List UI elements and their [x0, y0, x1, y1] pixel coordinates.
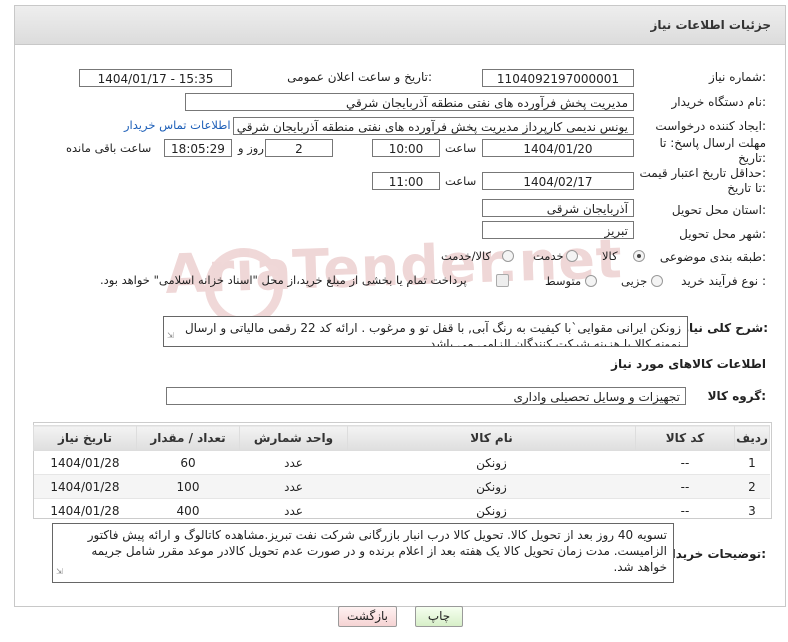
cell-quantity: 100 [136, 474, 240, 499]
days-label: روز و [238, 141, 264, 155]
category-option-service: خدمت [533, 249, 564, 263]
col-item-name: نام کالا [347, 425, 636, 451]
back-button[interactable]: بازگشت [338, 606, 397, 627]
delivery-city-label: شهر محل تحویل: [679, 227, 766, 241]
delivery-province-field[interactable]: آذربایجان شرقی [482, 199, 634, 217]
reply-time-field[interactable]: 10:00 [372, 139, 440, 157]
description-text: زونکن ایرانی مقوایی`با کیفیت به رنگ آبی,… [184, 321, 681, 347]
goods-group-field[interactable]: تجهیزات و وسایل تحصیلی واداری [166, 387, 686, 405]
reply-date-field[interactable]: 1404/01/20 [482, 139, 634, 157]
delivery-city-field[interactable]: تبریز [482, 221, 634, 239]
cell-unit: عدد [239, 498, 348, 522]
items-section-title: اطلاعات کالاهای مورد نیاز [611, 357, 766, 371]
category-radio-goods-service[interactable] [502, 250, 514, 262]
table-row: 2 -- زونکن عدد 100 1404/01/28 [33, 474, 770, 499]
price-validity-label-2: تا تاریخ: [727, 181, 766, 195]
category-radio-goods[interactable] [633, 250, 645, 262]
reply-deadline-label-2: تاریخ: [738, 151, 766, 165]
resize-grip-icon[interactable]: ⇲ [56, 564, 63, 580]
category-option-goods: کالا [602, 249, 618, 263]
requester-field[interactable]: یونس ندیمی کارپرداز مدیریت پخش فرآورده ه… [233, 117, 634, 135]
buyer-contact-link[interactable]: اطلاعات تماس خریدار [124, 118, 231, 132]
buyer-org-label: نام دستگاه خریدار: [671, 95, 767, 109]
treasury-payment-checkbox[interactable] [496, 274, 509, 287]
items-table-header: ردیف کد کالا نام کالا واحد شمارش تعداد /… [33, 425, 770, 451]
goods-group-label: گروه کالا: [707, 389, 766, 403]
reply-time-label: ساعت [445, 141, 477, 155]
requester-label: ایجاد کننده درخواست: [655, 119, 766, 133]
buyer-notes-textarea[interactable]: تسویه 40 روز بعد از تحویل کالا. تحویل کا… [52, 523, 674, 583]
remaining-time-field[interactable]: 18:05:29 [164, 139, 232, 157]
price-validity-time-field[interactable]: 11:00 [372, 172, 440, 190]
price-validity-date-field[interactable]: 1404/02/17 [482, 172, 634, 190]
treasury-payment-note: پرداخت تمام یا بخشی از مبلغ خرید،از محل … [100, 273, 467, 287]
col-row-number: ردیف [734, 425, 770, 451]
resize-grip-icon[interactable]: ⇲ [167, 328, 174, 344]
price-validity-time-label: ساعت [445, 174, 477, 188]
reply-deadline-label-1: مهلت ارسال پاسخ: تا [659, 136, 766, 150]
cell-item-code: -- [635, 450, 735, 475]
buyer-notes-text: تسویه 40 روز بعد از تحویل کالا. تحویل کا… [87, 528, 667, 574]
purchase-type-radio-medium[interactable] [585, 275, 597, 287]
cell-need-date: 1404/01/28 [33, 450, 137, 475]
cell-unit: عدد [239, 474, 348, 499]
announce-label: تاریخ و ساعت اعلان عمومی: [287, 70, 432, 84]
cell-row-number: 3 [734, 498, 770, 522]
cell-row-number: 2 [734, 474, 770, 499]
print-button[interactable]: چاپ [415, 606, 463, 627]
need-number-field[interactable]: 1104092197000001 [482, 69, 634, 87]
buyer-notes-label: توضیحات خریدار: [664, 547, 766, 561]
price-validity-label-1: حداقل تاریخ اعتبار قیمت: [639, 166, 766, 180]
cell-row-number: 1 [734, 450, 770, 475]
col-unit: واحد شمارش [239, 425, 348, 451]
purchase-type-option-medium: متوسط [545, 274, 582, 288]
category-label: طبقه بندی موضوعی: [659, 250, 766, 264]
table-row: 3 -- زونکن عدد 400 1404/01/28 [33, 498, 770, 522]
buyer-org-field[interactable]: مدیریت پخش فرآورده های نفتی منطقه آذربای… [185, 93, 634, 111]
need-number-label: شماره نیاز: [708, 70, 766, 84]
cell-quantity: 400 [136, 498, 240, 522]
purchase-type-radio-minor[interactable] [651, 275, 663, 287]
cell-quantity: 60 [136, 450, 240, 475]
cell-unit: عدد [239, 450, 348, 475]
category-option-goods-service: کالا/خدمت [441, 249, 492, 263]
purchase-type-label: نوع فرآیند خرید : [681, 274, 766, 288]
cell-item-name: زونکن [347, 498, 636, 522]
announce-datetime-field[interactable]: 1404/01/17 - 15:35 [79, 69, 232, 87]
description-textarea[interactable]: زونکن ایرانی مقوایی`با کیفیت به رنگ آبی,… [163, 316, 688, 347]
cell-item-name: زونکن [347, 474, 636, 499]
col-item-code: کد کالا [635, 425, 735, 451]
delivery-province-label: استان محل تحویل: [671, 203, 766, 217]
panel-title: جزئیات اطلاعات نیاز [650, 18, 771, 32]
cell-item-name: زونکن [347, 450, 636, 475]
col-quantity: تعداد / مقدار [136, 425, 240, 451]
purchase-type-option-minor: جزیی [621, 274, 648, 288]
cell-need-date: 1404/01/28 [33, 474, 137, 499]
panel-header: جزئیات اطلاعات نیاز [15, 6, 785, 45]
items-table: ردیف کد کالا نام کالا واحد شمارش تعداد /… [33, 425, 770, 522]
cell-item-code: -- [635, 474, 735, 499]
category-radio-service[interactable] [566, 250, 578, 262]
description-label: شرح کلی نیاز: [682, 321, 768, 335]
remaining-time-label: ساعت باقی مانده [66, 141, 152, 155]
cell-need-date: 1404/01/28 [33, 498, 137, 522]
remaining-days-field[interactable]: 2 [265, 139, 333, 157]
cell-item-code: -- [635, 498, 735, 522]
table-row: 1 -- زونکن عدد 60 1404/01/28 [33, 450, 770, 475]
col-need-date: تاریخ نیاز [33, 425, 137, 451]
